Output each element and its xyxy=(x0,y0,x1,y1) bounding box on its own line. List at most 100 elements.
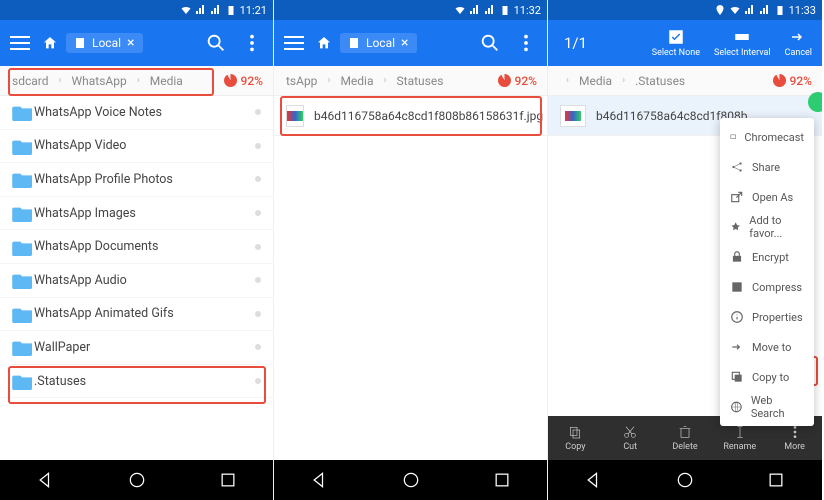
options-dot[interactable] xyxy=(255,277,261,283)
folder-name: WhatsApp Audio xyxy=(34,273,127,288)
folder-row[interactable]: WhatsApp Documents xyxy=(0,230,273,264)
breadcrumb[interactable]: › Media› .Statuses 92% xyxy=(548,66,822,96)
folder-row[interactable]: WhatsApp Images xyxy=(0,197,273,231)
android-navbar xyxy=(548,460,822,500)
menu-properties[interactable]: Properties xyxy=(720,302,814,332)
folder-icon xyxy=(12,238,34,256)
options-dot[interactable] xyxy=(255,311,261,317)
home-nav-icon[interactable] xyxy=(127,470,147,490)
menu-share[interactable]: Share xyxy=(720,152,814,182)
sd-icon xyxy=(348,37,360,49)
check-icon xyxy=(808,92,822,112)
search-icon[interactable] xyxy=(479,32,501,54)
home-nav-icon[interactable] xyxy=(675,470,695,490)
options-dot[interactable] xyxy=(255,378,261,384)
menu-icon[interactable] xyxy=(10,36,30,50)
breadcrumb[interactable]: tsApp› Media› Statuses 92% xyxy=(274,66,547,96)
wifi-icon xyxy=(454,4,466,16)
folder-row[interactable]: WhatsApp Audio xyxy=(0,264,273,298)
android-status-bar: 11:32 xyxy=(274,0,547,20)
menu-favorite[interactable]: Add to favor... xyxy=(720,212,814,242)
recents-icon[interactable] xyxy=(218,470,238,490)
options-dot[interactable] xyxy=(255,109,261,115)
signal-icon xyxy=(744,4,756,16)
home-icon[interactable] xyxy=(42,35,58,51)
menu-web-search[interactable]: Web Search xyxy=(720,392,814,422)
storage-badge: 92% xyxy=(498,74,537,88)
signal-icon xyxy=(484,4,496,16)
folder-row[interactable]: WhatsApp Animated Gifs xyxy=(0,298,273,332)
options-dot[interactable] xyxy=(255,244,261,250)
cut-button[interactable]: Cut xyxy=(603,416,658,460)
folder-name: WhatsApp Profile Photos xyxy=(34,172,173,187)
android-navbar xyxy=(274,460,547,500)
location-pill[interactable]: Local × xyxy=(340,33,417,53)
recents-icon[interactable] xyxy=(766,470,786,490)
folder-row[interactable]: WhatsApp Profile Photos xyxy=(0,163,273,197)
delete-button[interactable]: Delete xyxy=(658,416,713,460)
menu-chromecast[interactable]: Chromecast xyxy=(720,122,814,152)
android-navbar xyxy=(0,460,273,500)
folder-icon xyxy=(12,372,34,390)
folder-row[interactable]: .Statuses xyxy=(0,365,273,399)
options-dot[interactable] xyxy=(255,344,261,350)
close-icon[interactable]: × xyxy=(127,36,134,50)
menu-compress[interactable]: Compress xyxy=(720,272,814,302)
breadcrumb[interactable]: sdcard› WhatsApp› Media 92% xyxy=(0,66,273,96)
signal-icon xyxy=(195,4,207,16)
copy-button[interactable]: Copy xyxy=(548,416,603,460)
folder-row[interactable]: WallPaper xyxy=(0,331,273,365)
location-icon xyxy=(714,4,726,16)
app-toolbar: Local × xyxy=(274,20,547,66)
clock: 11:32 xyxy=(514,4,541,17)
menu-copy-to[interactable]: Copy to xyxy=(720,362,814,392)
signal-icon xyxy=(469,4,481,16)
menu-open-as[interactable]: Open As xyxy=(720,182,814,212)
options-dot[interactable] xyxy=(255,210,261,216)
clock: 11:21 xyxy=(240,4,267,17)
search-icon[interactable] xyxy=(205,32,227,54)
folder-icon xyxy=(12,271,34,289)
app-toolbar: Local × xyxy=(0,20,273,66)
options-dot[interactable] xyxy=(255,176,261,182)
context-menu: Chromecast Share Open As Add to favor...… xyxy=(720,118,814,426)
select-none-button[interactable]: Select None xyxy=(652,28,700,58)
select-interval-button[interactable]: Select Interval xyxy=(714,28,771,58)
wifi-icon xyxy=(729,4,741,16)
folder-name: WhatsApp Documents xyxy=(34,239,158,254)
menu-encrypt[interactable]: Encrypt xyxy=(720,242,814,272)
battery-icon xyxy=(499,4,511,16)
folder-name: .Statuses xyxy=(34,374,86,389)
folder-row[interactable]: WhatsApp Video xyxy=(0,130,273,164)
folder-name: WhatsApp Video xyxy=(34,138,126,153)
folder-icon xyxy=(12,305,34,323)
folder-icon xyxy=(12,338,34,356)
back-icon[interactable] xyxy=(36,470,56,490)
options-dot[interactable] xyxy=(255,143,261,149)
home-nav-icon[interactable] xyxy=(401,470,421,490)
selection-toolbar: 1/1 Select None Select Interval Cancel xyxy=(548,20,822,66)
folder-row[interactable]: WhatsApp Voice Notes xyxy=(0,96,273,130)
recents-icon[interactable] xyxy=(492,470,512,490)
home-icon[interactable] xyxy=(316,35,332,51)
pie-icon xyxy=(773,74,786,87)
menu-move-to[interactable]: Move to xyxy=(720,332,814,362)
wifi-icon xyxy=(180,4,192,16)
menu-icon[interactable] xyxy=(284,36,304,50)
folder-icon xyxy=(12,204,34,222)
file-row[interactable]: b46d116758a64c8cd1f808b86158631f.jpg xyxy=(274,96,547,136)
pie-icon xyxy=(224,74,237,87)
folder-name: WhatsApp Voice Notes xyxy=(34,105,162,120)
overflow-icon[interactable] xyxy=(515,32,537,54)
folder-name: WallPaper xyxy=(34,340,90,355)
folder-list: WhatsApp Voice Notes WhatsApp Video WhatsA… xyxy=(0,96,273,398)
android-status-bar: 11:21 xyxy=(0,0,273,20)
close-icon[interactable]: × xyxy=(401,36,408,50)
android-status-bar: 11:33 xyxy=(548,0,822,20)
back-icon[interactable] xyxy=(584,470,604,490)
overflow-icon[interactable] xyxy=(241,32,263,54)
location-pill[interactable]: Local × xyxy=(66,33,143,53)
back-icon[interactable] xyxy=(310,470,330,490)
cancel-button[interactable]: Cancel xyxy=(785,28,812,58)
sd-icon xyxy=(74,37,86,49)
